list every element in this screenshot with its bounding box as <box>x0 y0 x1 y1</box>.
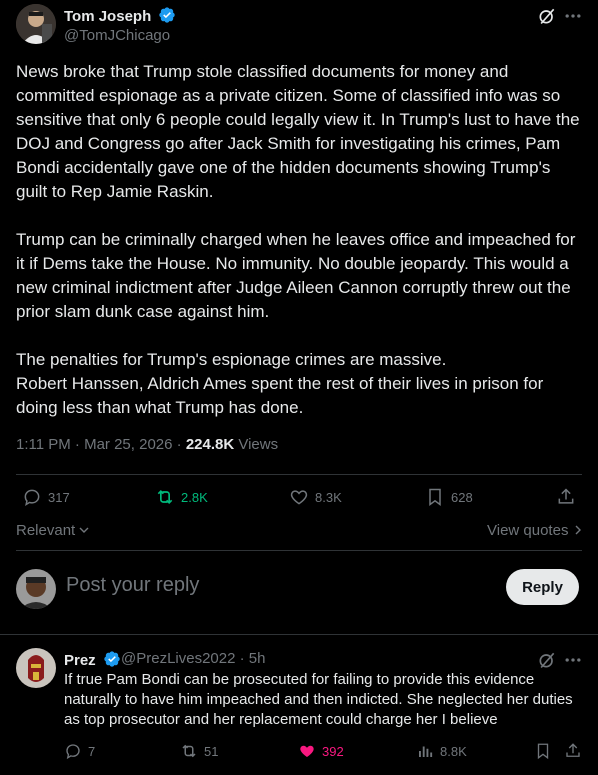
post-paragraph: News broke that Trump stole classified d… <box>16 62 580 201</box>
more-icon <box>565 14 581 18</box>
view-quotes-link[interactable]: View quotes <box>487 522 583 539</box>
more-icon <box>565 658 581 662</box>
post-paragraph: The penalties for Trump's espionage crim… <box>16 350 544 417</box>
reply-icon <box>24 489 40 507</box>
reply-count: 7 <box>88 743 96 759</box>
reply-button[interactable]: Reply <box>506 569 579 605</box>
more-button[interactable] <box>563 650 583 670</box>
like-action[interactable]: 392 <box>298 742 344 760</box>
reply-icon <box>66 744 80 760</box>
reply-action[interactable]: 317 <box>22 487 70 507</box>
views-count: 8.8K <box>440 743 467 759</box>
bookmark-icon <box>429 488 441 506</box>
post-meta: 1:11 PM · Mar 25, 2026 · 224.8K Views <box>16 436 278 453</box>
reply-input[interactable]: Post your reply <box>66 574 199 597</box>
author-avatar[interactable] <box>16 4 56 44</box>
divider <box>16 474 582 475</box>
grok-icon <box>539 8 555 25</box>
avatar-image <box>16 648 56 688</box>
chevron-right-icon <box>575 525 581 535</box>
like-icon <box>290 490 308 505</box>
reply-author-name-text: Prez <box>64 652 96 669</box>
post-paragraph: Trump can be criminally charged when he … <box>16 230 576 321</box>
divider <box>0 634 598 635</box>
post-timestamp[interactable]: 1:11 PM · Mar 25, 2026 · <box>16 436 186 453</box>
repost-action[interactable]: 51 <box>180 742 218 760</box>
bookmark-action[interactable] <box>534 742 552 760</box>
repost-action[interactable]: 2.8K <box>155 487 208 507</box>
reply-action[interactable]: 7 <box>64 742 95 760</box>
chevron-down-icon <box>79 527 89 533</box>
composer-avatar[interactable] <box>16 569 56 609</box>
views-action[interactable]: 8.8K <box>416 742 467 760</box>
like-count: 8.3K <box>315 489 342 505</box>
share-action[interactable] <box>556 487 576 507</box>
reply-author-handle[interactable]: @PrezLives2022 · 5h <box>121 650 265 667</box>
sort-dropdown[interactable]: Relevant <box>16 522 89 539</box>
divider <box>16 550 582 551</box>
view-quotes-label: View quotes <box>487 522 569 539</box>
reply-text: If true Pam Bondi can be prosecuted for … <box>64 671 573 728</box>
more-button[interactable] <box>563 6 583 26</box>
grok-icon <box>539 652 555 669</box>
views-label: Views <box>234 436 279 453</box>
author-name[interactable]: Tom Joseph <box>64 6 176 25</box>
avatar-image <box>16 569 56 609</box>
views-icon <box>419 746 433 757</box>
repost-icon <box>182 744 196 758</box>
share-icon <box>558 488 574 504</box>
share-icon <box>566 743 580 757</box>
bookmark-icon <box>537 743 549 760</box>
like-action[interactable]: 8.3K <box>289 487 342 507</box>
reply-author-name[interactable]: Prez <box>64 650 121 669</box>
views-count: 224.8K <box>185 436 235 453</box>
share-action[interactable] <box>564 742 582 760</box>
repost-count: 51 <box>204 743 219 759</box>
verified-icon <box>104 651 120 667</box>
repost-icon <box>157 489 173 505</box>
post-text: News broke that Trump stole classified d… <box>16 60 586 420</box>
grok-button[interactable] <box>537 650 557 670</box>
reply-author-avatar[interactable] <box>16 648 56 688</box>
reply-count: 317 <box>48 489 70 505</box>
grok-button[interactable] <box>537 6 557 26</box>
like-count: 392 <box>322 743 344 759</box>
avatar-image <box>16 4 56 44</box>
author-handle[interactable]: @TomJChicago <box>64 27 170 44</box>
verified-icon <box>159 7 176 23</box>
author-name-text: Tom Joseph <box>64 8 152 25</box>
like-icon <box>300 745 314 757</box>
bookmark-count: 628 <box>451 489 473 505</box>
repost-count: 2.8K <box>181 489 208 505</box>
sort-label: Relevant <box>16 522 76 539</box>
bookmark-action[interactable]: 628 <box>425 487 473 507</box>
